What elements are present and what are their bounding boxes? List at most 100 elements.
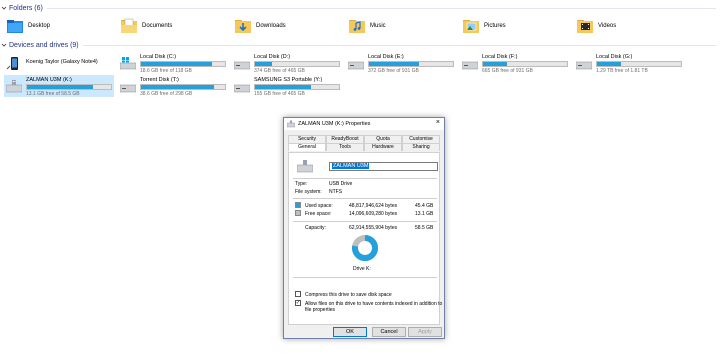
section-divider	[82, 44, 716, 46]
tab-sharing[interactable]: Sharing	[402, 143, 440, 151]
drive-usage-fill	[255, 62, 272, 66]
device-phone[interactable]: Koenig Taylor (Galaxy Note4)	[4, 52, 114, 74]
windows-drive-icon	[119, 56, 137, 70]
tab-row-1: Security ReadyBoost Quota Customise	[288, 135, 440, 143]
free-space-label: Free space:	[305, 211, 332, 217]
drive-label: Torrent Disk (T:)	[140, 77, 179, 83]
chevron-down-icon[interactable]	[0, 4, 8, 12]
apply-button[interactable]: Apply	[408, 327, 442, 337]
folder-label: Pictures	[484, 23, 506, 29]
drive-label: ZALMAN U3M (K:)	[26, 77, 72, 83]
phone-icon	[6, 56, 22, 70]
type-label: Type:	[295, 181, 308, 187]
drive-usage-fill	[255, 85, 312, 89]
documents-folder-icon	[120, 17, 138, 35]
drive-free-space: 155 GB free of 465 GB	[254, 91, 305, 97]
videos-folder-icon	[576, 17, 594, 35]
drive-d[interactable]: Local Disk (D:) 374 GB free of 465 GB	[232, 52, 342, 74]
hard-drive-icon	[233, 79, 251, 93]
folder-desktop[interactable]: Desktop	[6, 14, 50, 38]
drive-label: Local Disk (D:)	[254, 54, 291, 60]
drive-free-space: 1.29 TB free of 1.81 TB	[596, 68, 648, 74]
folders-section-header[interactable]: Folders (6)	[0, 3, 720, 13]
drive-label: Local Disk (G:)	[596, 54, 633, 60]
drive-usage-fill	[597, 62, 622, 66]
cancel-button[interactable]: Cancel	[372, 327, 406, 337]
drive-k[interactable]: ZALMAN U3M (K:) 13.1 GB free of 58.5 GB	[4, 75, 114, 97]
index-label-line2: file properties	[305, 307, 336, 313]
file-system-value: NTFS	[329, 189, 343, 195]
capacity-bytes: 62,914,555,904 bytes	[349, 225, 398, 231]
tab-hardware[interactable]: Hardware	[364, 143, 402, 151]
drive-usage-bar	[26, 84, 112, 90]
devices-section-header[interactable]: Devices and drives (9)	[0, 40, 720, 50]
pictures-folder-icon	[462, 17, 480, 35]
drive-usage-bar	[368, 61, 454, 67]
drive-usage-fill	[141, 85, 215, 89]
divider	[293, 198, 437, 199]
folder-pictures[interactable]: Pictures	[462, 14, 506, 38]
drive-usage-bar	[140, 84, 226, 90]
drive-usage-bar	[140, 61, 226, 67]
folder-label: Desktop	[28, 23, 51, 29]
desktop-folder-icon	[6, 17, 24, 35]
drive-usage-bar	[254, 61, 340, 67]
used-space-size: 45.4 GB	[415, 203, 434, 209]
folder-downloads[interactable]: Downloads	[234, 14, 286, 38]
drive-t[interactable]: Torrent Disk (T:) 38.6 GB free of 298 GB	[118, 75, 228, 97]
index-checkbox[interactable]: ✓	[295, 300, 301, 306]
tab-customise[interactable]: Customise	[402, 135, 440, 143]
tab-row-2: General Tools Hardware Sharing	[288, 143, 440, 151]
downloads-folder-icon	[234, 17, 252, 35]
drive-usage-fill	[369, 62, 420, 66]
drive-free-space: 374 GB free of 465 GB	[254, 68, 305, 74]
drive-g[interactable]: Local Disk (G:) 1.29 TB free of 1.81 TB	[574, 52, 684, 74]
drive-free-space: 13.1 GB free of 58.5 GB	[26, 91, 80, 97]
compress-checkbox[interactable]	[295, 291, 301, 297]
capacity-label: Capacity:	[305, 225, 326, 231]
drive-usage-bar	[254, 84, 340, 90]
tab-quota[interactable]: Quota	[364, 135, 402, 143]
used-space-swatch	[295, 202, 301, 208]
chevron-down-icon[interactable]	[0, 41, 8, 49]
drive-label: SAMSUNG S3 Portable (Y:)	[254, 77, 323, 83]
tab-tools[interactable]: Tools	[326, 143, 364, 151]
drive-e[interactable]: Local Disk (E:) 372 GB free of 931 GB	[346, 52, 456, 74]
ok-button[interactable]: OK	[333, 327, 367, 337]
dialog-title-bar[interactable]: ZALMAN U3M (K:) Properties ×	[284, 118, 444, 130]
tab-readyboost[interactable]: ReadyBoost	[326, 135, 364, 143]
hard-drive-icon	[461, 56, 479, 70]
properties-dialog: ZALMAN U3M (K:) Properties × Security Re…	[283, 117, 445, 339]
tab-security[interactable]: Security	[288, 135, 326, 143]
divider	[293, 178, 437, 179]
capacity-size: 58.5 GB	[415, 225, 434, 231]
drive-usage-fill	[483, 62, 508, 66]
folder-label: Downloads	[256, 23, 286, 29]
folder-documents[interactable]: Documents	[120, 14, 172, 38]
drive-c[interactable]: Local Disk (C:) 18.6 GB free of 118 GB	[118, 52, 228, 74]
folders-section-title: Folders (6)	[9, 4, 43, 12]
devices-section-title: Devices and drives (9)	[9, 41, 79, 49]
drive-caption: Drive K:	[353, 266, 371, 272]
section-divider	[46, 7, 716, 9]
folder-label: Documents	[142, 23, 173, 29]
usb-drive-icon	[296, 159, 314, 173]
hard-drive-icon	[233, 56, 251, 70]
hard-drive-icon	[347, 56, 365, 70]
drive-label: Local Disk (E:)	[368, 54, 404, 60]
folder-label: Videos	[598, 23, 617, 29]
drive-y[interactable]: SAMSUNG S3 Portable (Y:) 155 GB free of …	[232, 75, 342, 97]
usb-drive-icon	[5, 79, 23, 93]
folder-videos[interactable]: Videos	[576, 14, 616, 38]
close-icon[interactable]: ×	[436, 119, 440, 126]
folder-label: Music	[370, 23, 386, 29]
drive-f[interactable]: Local Disk (F:) 665 GB free of 931 GB	[460, 52, 570, 74]
drive-free-space: 18.6 GB free of 118 GB	[140, 68, 192, 74]
drive-label: Koenig Taylor (Galaxy Note4)	[26, 59, 98, 65]
drive-usage-fill	[141, 62, 212, 66]
drive-name-input[interactable]: ZALMAN U3M	[329, 162, 438, 171]
hard-drive-icon	[575, 56, 593, 70]
tab-general[interactable]: General	[288, 143, 326, 151]
used-space-bytes: 48,817,946,624 bytes	[349, 203, 398, 209]
folder-music[interactable]: Music	[348, 14, 386, 38]
